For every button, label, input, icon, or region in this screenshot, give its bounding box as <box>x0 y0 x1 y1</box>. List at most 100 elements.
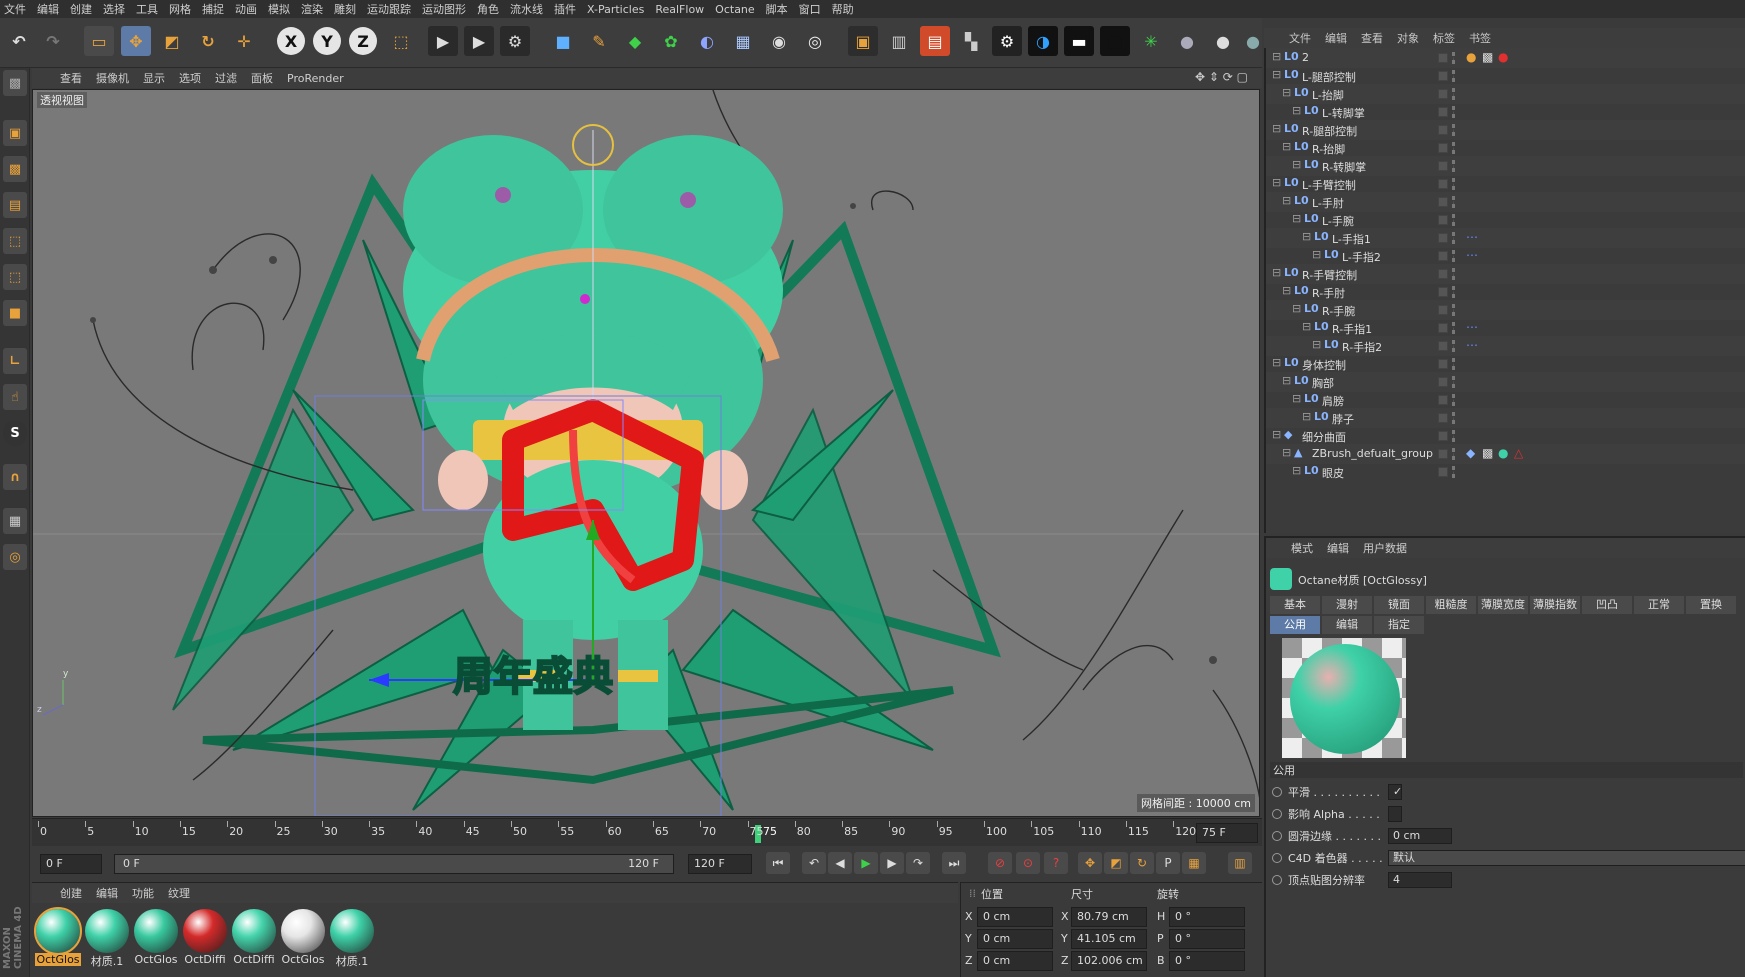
model-mode-icon[interactable]: ▣ <box>3 120 27 146</box>
tag-icon[interactable]: ⋯ <box>1466 248 1478 262</box>
tweak-mode-icon[interactable]: ☝ <box>3 384 27 410</box>
menu-item[interactable]: 工具 <box>136 1 158 17</box>
expand-icon[interactable]: ⊟ <box>1272 356 1281 369</box>
animate-radio-icon[interactable] <box>1272 875 1282 885</box>
object-row[interactable]: ⊟ ◆ 细分曲面 <box>1266 426 1745 446</box>
floor-icon[interactable]: ▦ <box>728 26 758 56</box>
expand-icon[interactable]: ⊟ <box>1292 464 1301 477</box>
tag-icon[interactable]: ▩ <box>1482 50 1493 64</box>
render-dot-icon[interactable] <box>1452 52 1456 64</box>
gear-icon[interactable]: ⚙ <box>992 26 1022 56</box>
visibility-toggle[interactable] <box>1438 71 1448 81</box>
expand-icon[interactable]: ⊟ <box>1272 122 1281 135</box>
visibility-toggle[interactable] <box>1438 233 1448 243</box>
visibility-toggle[interactable] <box>1438 215 1448 225</box>
area-light-icon[interactable]: ▬ <box>1064 26 1094 56</box>
visibility-toggle[interactable] <box>1438 377 1448 387</box>
select-tool-icon[interactable]: ▭ <box>84 26 114 56</box>
menu-item[interactable]: 文件 <box>4 1 26 17</box>
start-frame-field[interactable]: 0 F <box>40 854 102 874</box>
material-swatch[interactable] <box>134 909 178 953</box>
perspective-viewport[interactable]: 透视视图 y z 周年盛典 网格间距: 10000 cm <box>32 89 1260 817</box>
object-row[interactable]: ⊟ L0 R-转脚掌 <box>1266 156 1745 176</box>
scene-canvas[interactable]: y z 周年盛典 <box>33 90 1260 817</box>
property-field[interactable]: 0 cm <box>1388 828 1452 844</box>
previous-key-icon[interactable]: ↶ <box>802 852 826 874</box>
object-menu-item[interactable]: 文件 <box>1289 30 1311 46</box>
texture-mode-icon[interactable]: ▩ <box>3 70 27 96</box>
viewport-menu-item[interactable]: 摄像机 <box>96 70 129 86</box>
expand-icon[interactable]: ⊟ <box>1282 446 1291 459</box>
animate-radio-icon[interactable] <box>1272 853 1282 863</box>
material-label[interactable]: OctGlos <box>133 953 179 966</box>
object-row[interactable]: ⊟ L0 脖子 <box>1266 408 1745 428</box>
attribute-tab[interactable]: 凹凸 <box>1582 596 1632 614</box>
deformer-icon[interactable]: ◐ <box>692 26 722 56</box>
expand-icon[interactable]: ⊟ <box>1292 104 1301 117</box>
tag-icon[interactable]: △ <box>1514 446 1523 460</box>
expand-icon[interactable]: ⊟ <box>1272 428 1281 441</box>
material-menu-item[interactable]: 创建 <box>60 885 82 901</box>
go-to-start-icon[interactable]: ⏮ <box>766 852 790 874</box>
tag-icon[interactable]: ● <box>1498 446 1508 460</box>
record-keys-icon[interactable]: ⊘ <box>988 852 1012 874</box>
object-row[interactable]: ⊟ L0 L-手腕 <box>1266 210 1745 230</box>
material-label[interactable]: 材质.1 <box>329 953 375 969</box>
menu-item[interactable]: 角色 <box>477 1 499 17</box>
go-to-end-icon[interactable]: ⏭ <box>942 852 966 874</box>
menu-item[interactable]: 帮助 <box>832 1 854 17</box>
visibility-toggle[interactable] <box>1438 251 1448 261</box>
object-row[interactable]: ⊟ L0 肩膀 <box>1266 390 1745 410</box>
timeline-window-icon[interactable]: ▥ <box>1228 852 1252 874</box>
coordinate-system-icon[interactable]: ⬚ <box>386 26 416 56</box>
key-scale-icon[interactable]: ◩ <box>1104 852 1128 874</box>
visibility-toggle[interactable] <box>1438 431 1448 441</box>
attribute-tab[interactable]: 编辑 <box>1322 616 1372 634</box>
expand-icon[interactable]: ⊟ <box>1282 194 1291 207</box>
render-picture-viewer-icon[interactable]: ▶ <box>464 26 494 56</box>
property-field[interactable]: 4 <box>1388 872 1452 888</box>
key-rotation-icon[interactable]: ↻ <box>1130 852 1154 874</box>
expand-icon[interactable]: ⊟ <box>1312 248 1321 261</box>
visibility-toggle[interactable] <box>1438 323 1448 333</box>
menu-item[interactable]: 渲染 <box>301 1 323 17</box>
timeline-ruler[interactable]: 75 F 0 5 10 15 20 25 30 35 40 45 50 55 60 65 70 75 80 85 9… <box>32 818 1262 846</box>
render-dot-icon[interactable] <box>1452 412 1456 424</box>
axis-mode-icon[interactable]: ∟ <box>3 348 27 374</box>
animate-radio-icon[interactable] <box>1272 787 1282 797</box>
object-row[interactable]: ⊟ L0 L-手指1 <box>1266 228 1745 248</box>
render-dot-icon[interactable] <box>1452 340 1456 352</box>
object-row[interactable]: ⊟ L0 R-手指1 <box>1266 318 1745 338</box>
layout-icon[interactable]: ▚ <box>956 26 986 56</box>
render-dot-icon[interactable] <box>1452 142 1456 154</box>
move-tool-icon[interactable]: ✥ <box>121 26 151 56</box>
render-dot-icon[interactable] <box>1452 214 1456 226</box>
pen-spline-icon[interactable]: ✎ <box>584 26 614 56</box>
previous-frame-icon[interactable]: ◀ <box>828 852 852 874</box>
expand-icon[interactable]: ⊟ <box>1282 284 1291 297</box>
magnet-icon[interactable]: ∩ <box>3 464 27 490</box>
menu-item[interactable]: 运动图形 <box>422 1 466 17</box>
solo-icon[interactable]: ◎ <box>3 544 27 570</box>
object-row[interactable]: ⊟ L0 R-手腕 <box>1266 300 1745 320</box>
menu-item[interactable]: 雕刻 <box>334 1 356 17</box>
render-dot-icon[interactable] <box>1452 232 1456 244</box>
material-label[interactable]: 材质.1 <box>84 953 130 969</box>
material-menu-item[interactable]: 功能 <box>132 885 154 901</box>
property-checkbox[interactable]: ✓ <box>1388 784 1402 800</box>
expand-icon[interactable]: ⊟ <box>1282 86 1291 99</box>
menu-item[interactable]: 脚本 <box>766 1 788 17</box>
material-menu-item[interactable]: 编辑 <box>96 885 118 901</box>
object-row[interactable]: ⊟ L0 R-手肘 <box>1266 282 1745 302</box>
visibility-toggle[interactable] <box>1438 179 1448 189</box>
attribute-tab[interactable]: 漫射 <box>1322 596 1372 614</box>
light-icon[interactable]: ◎ <box>800 26 830 56</box>
visibility-toggle[interactable] <box>1438 53 1448 63</box>
render-dot-icon[interactable] <box>1452 124 1456 136</box>
object-row[interactable]: ⊟ L0 L-手肘 <box>1266 192 1745 212</box>
live-viewer-icon[interactable]: ▤ <box>920 26 950 56</box>
viewport-menu-item[interactable]: 面板 <box>251 70 273 86</box>
rotate-tool-icon[interactable]: ↻ <box>193 26 223 56</box>
render-dot-icon[interactable] <box>1452 466 1456 478</box>
attribute-menu-item[interactable]: 用户数据 <box>1363 540 1407 556</box>
